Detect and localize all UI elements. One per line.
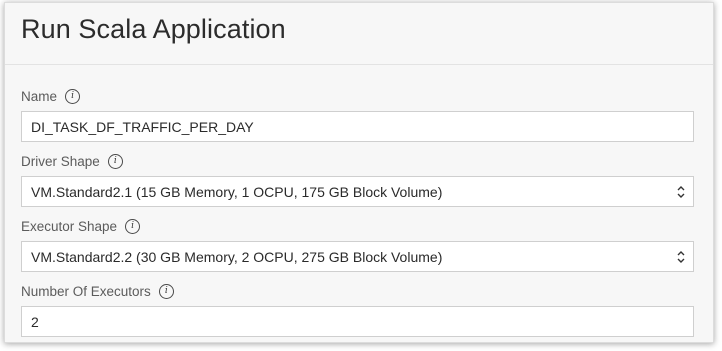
- chevron-up-down-icon: [677, 186, 685, 198]
- driver-shape-field-group: Driver Shape i VM.Standard2.1 (15 GB Mem…: [21, 152, 694, 207]
- executor-shape-label: Executor Shape: [21, 218, 118, 234]
- run-scala-application-dialog: Run Scala Application Name i DI_TASK_DF_…: [4, 2, 714, 343]
- chevron-up-down-icon: [677, 251, 685, 263]
- number-of-executors-value: 2: [31, 313, 39, 330]
- name-label: Name: [21, 88, 58, 104]
- driver-shape-label: Driver Shape: [21, 153, 100, 169]
- name-label-row: Name i: [21, 87, 694, 105]
- executor-shape-select[interactable]: VM.Standard2.2 (30 GB Memory, 2 OCPU, 27…: [21, 241, 694, 272]
- executor-shape-field-group: Executor Shape i VM.Standard2.2 (30 GB M…: [21, 217, 694, 272]
- driver-shape-selected-value: VM.Standard2.1 (15 GB Memory, 1 OCPU, 17…: [31, 183, 443, 200]
- number-of-executors-label: Number Of Executors: [21, 283, 151, 299]
- info-icon[interactable]: i: [158, 283, 174, 299]
- number-of-executors-input[interactable]: 2: [21, 306, 694, 337]
- name-field-group: Name i DI_TASK_DF_TRAFFIC_PER_DAY: [21, 87, 694, 142]
- dialog-header: Run Scala Application: [5, 3, 713, 65]
- number-of-executors-label-row: Number Of Executors i: [21, 282, 694, 300]
- driver-shape-select[interactable]: VM.Standard2.1 (15 GB Memory, 1 OCPU, 17…: [21, 176, 694, 207]
- name-input[interactable]: DI_TASK_DF_TRAFFIC_PER_DAY: [21, 111, 694, 142]
- dialog-title: Run Scala Application: [21, 14, 286, 44]
- executor-shape-label-row: Executor Shape i: [21, 217, 694, 235]
- info-icon[interactable]: i: [65, 88, 81, 104]
- driver-shape-label-row: Driver Shape i: [21, 152, 694, 170]
- name-input-value: DI_TASK_DF_TRAFFIC_PER_DAY: [31, 118, 254, 135]
- executor-shape-selected-value: VM.Standard2.2 (30 GB Memory, 2 OCPU, 27…: [31, 248, 443, 265]
- info-icon[interactable]: i: [107, 153, 123, 169]
- number-of-executors-field-group: Number Of Executors i 2: [21, 282, 694, 337]
- info-icon[interactable]: i: [125, 218, 141, 234]
